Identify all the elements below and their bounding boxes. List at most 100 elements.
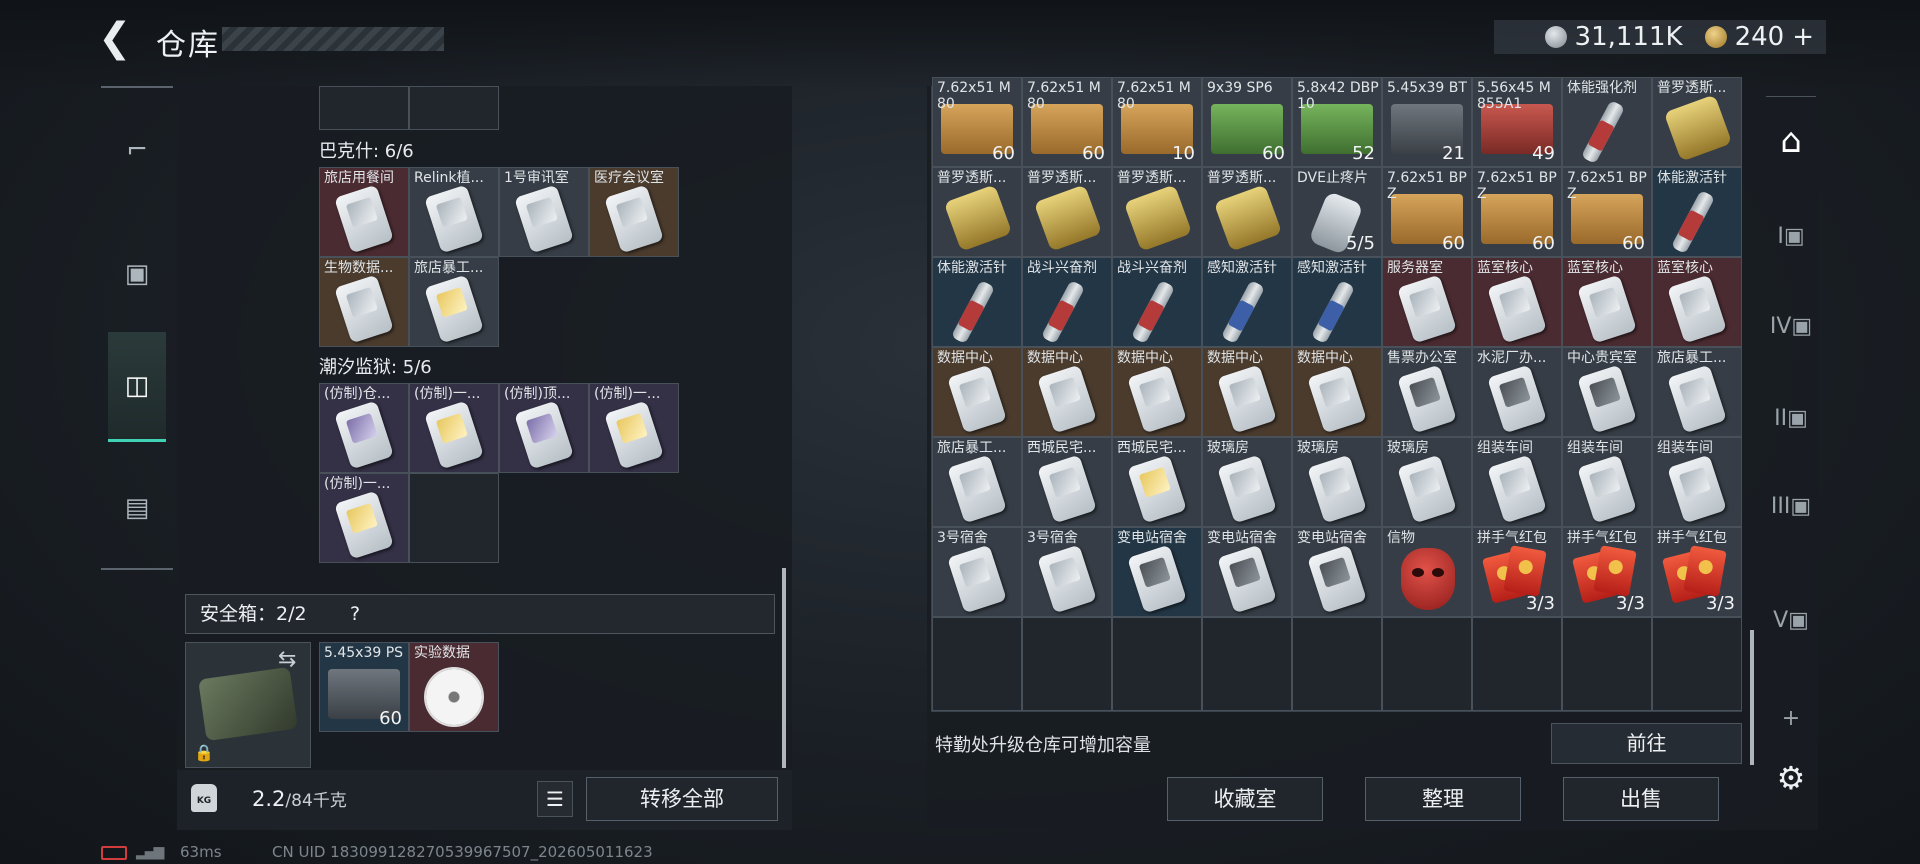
item-slot[interactable]: 售票办公室 (1382, 347, 1472, 437)
safe-case-slot[interactable]: ⇆ 🔒 (185, 642, 311, 768)
back-button[interactable]: ❮ (98, 18, 138, 60)
item-slot[interactable]: 感知激活针 (1202, 257, 1292, 347)
item-slot[interactable]: 西城民宅... (1022, 437, 1112, 527)
nav-weapons[interactable]: ⌐ (109, 122, 165, 178)
item-slot[interactable]: 1号审讯室 (499, 167, 589, 257)
goto-button[interactable]: 前往 (1551, 723, 1742, 764)
item-slot[interactable]: 普罗透斯... (1652, 77, 1742, 167)
list-view-button[interactable]: ☰ (537, 781, 573, 817)
item-slot[interactable]: 中心贵宾室 (1562, 347, 1652, 437)
item-slot[interactable]: 普罗透斯... (932, 167, 1022, 257)
collection-button[interactable]: 收藏室 (1167, 777, 1323, 821)
empty-slot[interactable] (1472, 617, 1562, 711)
item-slot[interactable]: 信物 (1382, 527, 1472, 617)
item-slot[interactable]: 拼手气红包 3/3 (1652, 527, 1742, 617)
item-slot[interactable]: Relink植... (409, 167, 499, 257)
item-slot[interactable]: 旅店用餐间 (319, 167, 409, 257)
item-slot[interactable]: 蓝室核心 (1472, 257, 1562, 347)
item-slot[interactable]: 数据中心 (1202, 347, 1292, 437)
item-slot[interactable]: 5.45x39 BT 21 (1382, 77, 1472, 167)
nav-briefcase[interactable]: ▤ (109, 480, 165, 536)
left-scrollbar[interactable] (782, 568, 786, 768)
item-slot[interactable]: 玻璃房 (1202, 437, 1292, 527)
item-slot[interactable]: 体能强化剂 (1562, 77, 1652, 167)
help-icon[interactable]: ? (343, 600, 367, 628)
empty-slot[interactable] (1112, 617, 1202, 711)
item-slot[interactable]: (仿制)一... (319, 473, 409, 563)
item-slot[interactable]: 生物数据... (319, 257, 409, 347)
empty-slot[interactable] (1382, 617, 1472, 711)
item-slot[interactable]: 5.8x42 DBP10 52 (1292, 77, 1382, 167)
item-slot[interactable]: 体能激活针 (932, 257, 1022, 347)
item-slot[interactable]: DVE止疼片 5/5 (1292, 167, 1382, 257)
item-slot[interactable]: 蓝室核心 (1652, 257, 1742, 347)
settings-button[interactable]: ⚙ (1762, 748, 1820, 808)
item-slot[interactable]: 变电站宿舍 (1202, 527, 1292, 617)
tab-storage-1[interactable]: I▣ (1762, 206, 1820, 266)
item-slot[interactable]: 玻璃房 (1382, 437, 1472, 527)
item-slot[interactable]: 感知激活针 (1292, 257, 1382, 347)
item-slot[interactable]: 数据中心 (932, 347, 1022, 437)
empty-slot[interactable] (1562, 617, 1652, 711)
item-slot[interactable]: 战斗兴奋剂 (1022, 257, 1112, 347)
empty-slot[interactable] (1292, 617, 1382, 711)
item-slot[interactable] (409, 86, 499, 130)
item-slot[interactable]: 5.56x45 M855A1 49 (1472, 77, 1562, 167)
item-slot[interactable]: 玻璃房 (1292, 437, 1382, 527)
item-slot[interactable]: 组装车间 (1472, 437, 1562, 527)
item-slot[interactable]: 西城民宅... (1112, 437, 1202, 527)
item-slot[interactable]: 普罗透斯... (1022, 167, 1112, 257)
item-slot[interactable]: 7.62x51 M80 60 (932, 77, 1022, 167)
nav-armor[interactable]: ▣ (109, 246, 165, 302)
add-currency-button[interactable]: + (1792, 22, 1814, 52)
item-slot[interactable]: 3号宿舍 (932, 527, 1022, 617)
tab-storage-3[interactable]: III▣ (1762, 476, 1820, 536)
empty-slot[interactable] (1652, 617, 1742, 711)
item-slot[interactable]: (仿制)一... (589, 383, 679, 473)
item-slot[interactable]: (仿制)一... (409, 383, 499, 473)
item-slot[interactable]: 拼手气红包 3/3 (1562, 527, 1652, 617)
tab-depot[interactable]: ⌂ (1762, 111, 1820, 171)
empty-slot[interactable] (409, 473, 499, 563)
item-slot[interactable]: 变电站宿舍 (1292, 527, 1382, 617)
item-slot[interactable]: 7.62x51 BPZ 60 (1382, 167, 1472, 257)
swap-icon[interactable]: ⇆ (278, 647, 296, 672)
empty-slot[interactable] (1022, 617, 1112, 711)
item-slot[interactable]: 变电站宿舍 (1112, 527, 1202, 617)
item-slot[interactable]: 9x39 SP6 60 (1202, 77, 1292, 167)
item-slot[interactable]: 5.45x39 PS 60 (319, 642, 409, 732)
nav-backpack[interactable]: ◫ (108, 332, 166, 442)
item-slot[interactable]: 蓝室核心 (1562, 257, 1652, 347)
item-slot[interactable]: 数据中心 (1022, 347, 1112, 437)
item-slot[interactable]: 数据中心 (1292, 347, 1382, 437)
item-slot[interactable]: 3号宿舍 (1022, 527, 1112, 617)
item-slot[interactable]: 旅店暴工... (932, 437, 1022, 527)
item-slot[interactable]: 战斗兴奋剂 (1112, 257, 1202, 347)
item-slot[interactable]: 实验数据 (409, 642, 499, 732)
empty-slot[interactable] (932, 617, 1022, 711)
item-slot[interactable]: 组装车间 (1652, 437, 1742, 527)
item-slot[interactable]: (仿制)顶... (499, 383, 589, 473)
item-slot[interactable]: (仿制)仓... (319, 383, 409, 473)
storage-scrollbar[interactable] (1750, 630, 1754, 765)
sell-button[interactable]: 出售 (1563, 777, 1719, 821)
empty-slot[interactable] (1202, 617, 1292, 711)
item-slot[interactable] (319, 86, 409, 130)
item-slot[interactable]: 数据中心 (1112, 347, 1202, 437)
tab-storage-4[interactable]: IV▣ (1762, 296, 1820, 356)
item-slot[interactable]: 普罗透斯... (1112, 167, 1202, 257)
add-storage-button[interactable]: + (1762, 688, 1820, 748)
item-slot[interactable]: 组装车间 (1562, 437, 1652, 527)
tab-storage-2[interactable]: II▣ (1762, 388, 1820, 448)
item-slot[interactable]: 7.62x51 BPZ 60 (1562, 167, 1652, 257)
item-slot[interactable]: 7.62x51 M80 10 (1112, 77, 1202, 167)
transfer-all-button[interactable]: 转移全部 (586, 777, 778, 821)
tab-storage-5[interactable]: V▣ (1762, 590, 1820, 650)
item-slot[interactable]: 医疗会议室 (589, 167, 679, 257)
item-slot[interactable]: 旅店暴工... (409, 257, 499, 347)
item-slot[interactable]: 拼手气红包 3/3 (1472, 527, 1562, 617)
item-slot[interactable]: 旅店暴工... (1652, 347, 1742, 437)
item-slot[interactable]: 水泥厂办... (1472, 347, 1562, 437)
item-slot[interactable]: 7.62x51 BPZ 60 (1472, 167, 1562, 257)
item-slot[interactable]: 普罗透斯... (1202, 167, 1292, 257)
